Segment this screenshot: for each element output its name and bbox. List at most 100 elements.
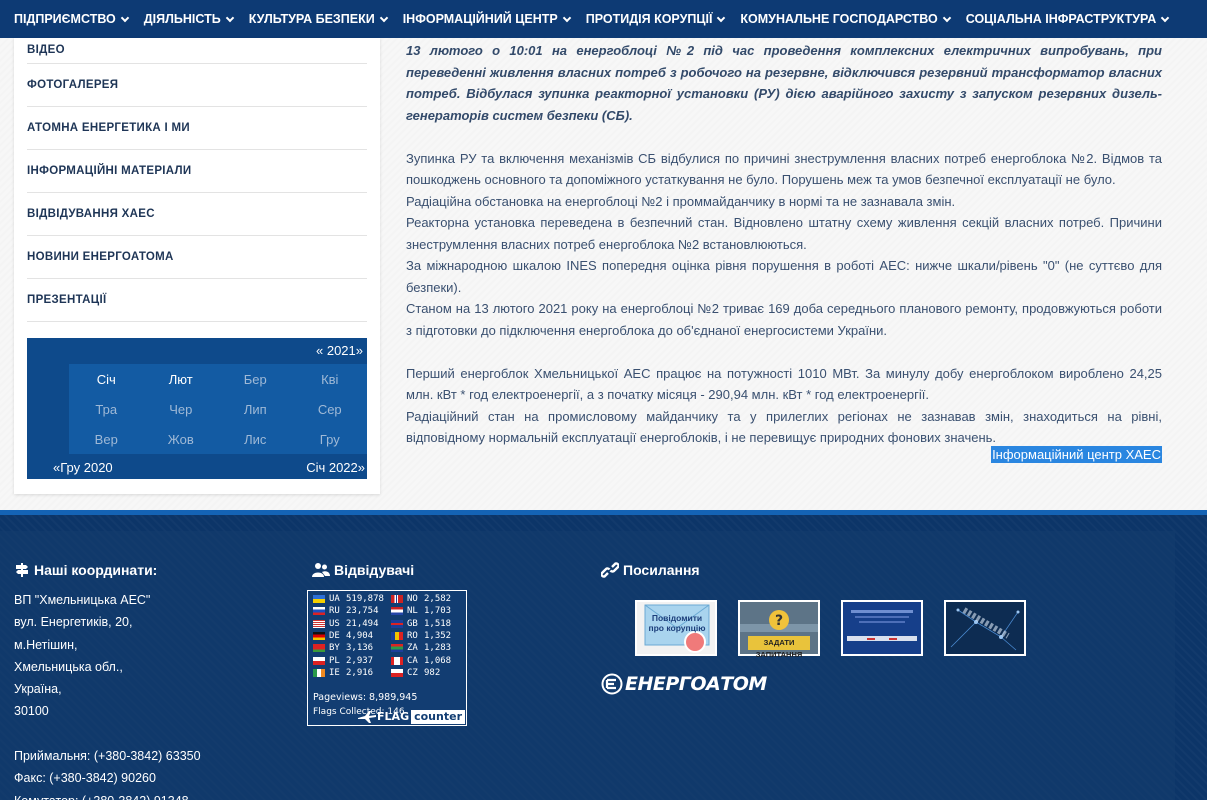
sidebar: ВІДЕО ФОТОГАЛЕРЕЯ АТОМНА ЕНЕРГЕТИКА І МИ… <box>14 38 380 494</box>
country-flag-icon <box>313 644 325 653</box>
country-code: RO <box>407 631 418 642</box>
country-code: CA <box>407 655 418 666</box>
sidebar-item-nuclear-energy[interactable]: АТОМНА ЕНЕРГЕТИКА І МИ <box>27 107 367 150</box>
flag-counter-row: CA 1,068 <box>391 654 469 666</box>
khaes-banner[interactable] <box>944 600 1026 656</box>
logo-flag-text: FLAG <box>377 710 410 723</box>
archive-calendar: « 2021» Січ Лют Бер Кві Тра Чер Лип Сер Вер Жов Ли… <box>27 338 367 479</box>
address-line: 30100 <box>14 704 49 719</box>
nav-item-social-infrastructure[interactable]: СОЦІАЛЬНА ІНФРАСТРУКТУРА <box>965 12 1170 26</box>
link-icon <box>601 562 619 578</box>
calendar-month[interactable]: Тра <box>69 394 144 424</box>
sidebar-item-photo-gallery[interactable]: ФОТОГАЛЕРЕЯ <box>27 64 367 107</box>
flag-counter-row: NO 2,582 <box>391 593 469 605</box>
phone-line: Комутатор: (+380-3842) 91348 <box>14 790 201 800</box>
chevron-down-icon <box>717 13 726 22</box>
prev-year-button[interactable]: « <box>316 343 323 358</box>
banner-label: ЗАДАТИ ЗАПИТАННЯ <box>755 638 803 659</box>
calendar-month[interactable]: Кві <box>293 364 368 394</box>
sidebar-item-visit[interactable]: ВІДВІДУВАННЯ ХАЕС <box>27 193 367 236</box>
calendar-month[interactable]: Жов <box>144 424 219 454</box>
next-year-button[interactable]: » <box>356 343 363 358</box>
visitor-count: 21,494 <box>346 618 379 629</box>
calendar-year: 2021 <box>326 343 356 358</box>
country-code: CZ <box>407 667 418 678</box>
country-flag-icon <box>391 632 403 641</box>
nav-item-utilities[interactable]: КОМУНАЛЬНЕ ГОСПОДАРСТВО <box>740 12 951 26</box>
flag-counter-row: CZ 982 <box>391 667 469 679</box>
calendar-month[interactable]: Бер <box>218 364 293 394</box>
calendar-month[interactable]: Вер <box>69 424 144 454</box>
country-flag-icon <box>391 619 403 628</box>
article-paragraph: За міжнародною шкалою INES попередня оці… <box>406 258 1162 295</box>
calendar-month[interactable]: Січ <box>69 364 144 394</box>
flag-counter-row: RU 23,754 <box>313 605 391 617</box>
nav-item-label: КОМУНАЛЬНЕ ГОСПОДАРСТВО <box>740 12 938 26</box>
flag-counter-row: RO 1,352 <box>391 630 469 642</box>
nav-item-label: СОЦІАЛЬНА ІНФРАСТРУКТУРА <box>965 12 1157 26</box>
country-code: UA <box>329 594 340 605</box>
source-link[interactable]: Інформаційний центр ХАЕС <box>991 446 1162 463</box>
calendar-month[interactable]: Лис <box>218 424 293 454</box>
visitor-count: 3,136 <box>346 643 374 654</box>
report-corruption-banner[interactable]: Повідомити про корупцію <box>635 600 717 656</box>
sidebar-item-presentations[interactable]: ПРЕЗЕНТАЦІЇ <box>27 279 367 322</box>
article-paragraph: Реакторна установка переведена в безпечн… <box>406 215 1162 252</box>
visitor-count: 2,582 <box>424 594 452 605</box>
nav-item-label: ДІЯЛЬНІСТЬ <box>143 12 221 26</box>
sidebar-item-energoatom-news[interactable]: НОВИНИ ЕНЕРГОАТОМА <box>27 236 367 279</box>
visitor-count: 1,068 <box>424 655 452 666</box>
chevron-down-icon <box>225 13 234 22</box>
sidebar-item-video[interactable]: ВІДЕО <box>27 38 367 64</box>
calendar-month[interactable]: Гру <box>293 424 368 454</box>
calendar-month[interactable]: Чер <box>144 394 219 424</box>
nav-item-label: ІНФОРМАЦІЙНИЙ ЦЕНТР <box>402 12 558 26</box>
pageviews-count: Pageviews: 8,989,945 <box>313 692 418 703</box>
calendar-month[interactable]: Лют <box>144 364 219 394</box>
flag-counter-row: PL 2,937 <box>313 654 391 666</box>
contact-info: ВП "Хмельницька АЕС" вул. Енергетиків, 2… <box>14 589 201 800</box>
address-line: вул. Енергетиків, 20, <box>14 615 133 630</box>
country-flag-icon <box>391 595 403 604</box>
calendar-month[interactable]: Сер <box>293 394 368 424</box>
nav-item-activity[interactable]: ДІЯЛЬНІСТЬ <box>143 12 234 26</box>
plane-icon <box>358 710 377 723</box>
top-navigation: ПІДПРИЄМСТВО ДІЯЛЬНІСТЬ КУЛЬТУРА БЕЗПЕКИ… <box>0 0 1207 38</box>
visitor-count: 1,283 <box>424 643 452 654</box>
nav-item-info-center[interactable]: ІНФОРМАЦІЙНИЙ ЦЕНТР <box>402 12 571 26</box>
flag-counter-widget[interactable]: UA 519,878 NO 2,582 RU 23,754 NL 1,703 US 21,494 G… <box>307 590 467 726</box>
phone-line: Приймальня: (+380-3842) 63350 <box>14 749 201 764</box>
country-flag-icon <box>313 607 325 616</box>
calendar-prev-link[interactable]: «Гру 2020 <box>53 460 113 475</box>
country-flag-icon <box>391 607 403 616</box>
energoatom-logo[interactable]: ЕНЕРГОАТОМ <box>601 673 767 695</box>
hotel-complex-banner[interactable] <box>841 600 923 656</box>
calendar-year-nav: « 2021» <box>316 343 363 358</box>
calendar-months: Січ Лют Бер Кві Тра Чер Лип Сер Вер Жов Лис Гру <box>69 364 367 454</box>
chevron-down-icon <box>562 13 571 22</box>
address-line: ВП "Хмельницька АЕС" <box>14 593 151 607</box>
calendar-month[interactable]: Лип <box>218 394 293 424</box>
calendar-next-link[interactable]: Січ 2022» <box>306 460 365 475</box>
address-line: Хмельницька обл., <box>14 659 123 674</box>
country-code: RU <box>329 606 340 617</box>
flag-counter-row: GB 1,518 <box>391 618 469 630</box>
article-paragraph: Перший енергоблок Хмельницької АЕС працю… <box>406 365 1162 403</box>
nav-item-anti-corruption[interactable]: ПРОТИДІЯ КОРУПЦІЇ <box>586 12 726 26</box>
nav-item-enterprise[interactable]: ПІДПРИЄМСТВО <box>14 12 130 26</box>
visitor-count: 2,937 <box>346 655 374 666</box>
sidebar-item-info-materials[interactable]: ІНФОРМАЦІЙНІ МАТЕРІАЛИ <box>27 150 367 193</box>
visitor-count: 982 <box>424 667 441 678</box>
nav-item-safety-culture[interactable]: КУЛЬТУРА БЕЗПЕКИ <box>249 12 388 26</box>
country-flag-icon <box>391 644 403 653</box>
chevron-down-icon <box>120 13 130 22</box>
country-code: BY <box>329 643 340 654</box>
ask-question-banner[interactable]: ? ЗАДАТИ ЗАПИТАННЯ <box>738 600 820 659</box>
article-paragraph: Радіаційна обстановка на енергоблоці №2 … <box>406 193 956 209</box>
banner-label: Повідомити про корупцію <box>648 613 706 633</box>
links-title: Посилання <box>623 562 700 578</box>
visitor-count: 4,904 <box>346 631 374 642</box>
energoatom-emblem-icon <box>601 673 623 695</box>
users-icon <box>312 563 330 577</box>
hotel-banner-image <box>843 602 921 654</box>
